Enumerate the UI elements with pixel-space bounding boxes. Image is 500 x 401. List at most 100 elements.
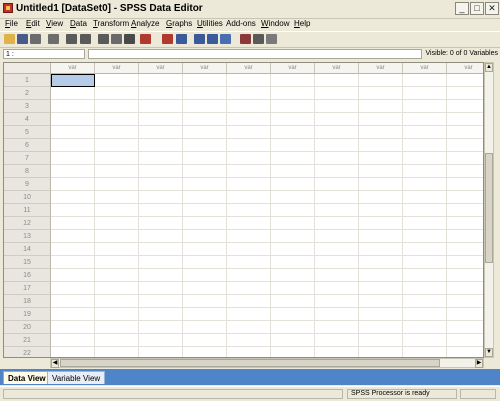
use-sets-icon[interactable] [240,34,251,44]
redo-icon[interactable] [80,34,91,44]
grid-row-line [51,242,483,243]
grid-row-line [51,177,483,178]
grid-row-line [51,229,483,230]
spell-icon[interactable] [266,34,277,44]
split-file-icon[interactable] [176,34,187,44]
menu-file[interactable]: File [5,19,18,28]
processor-status: SPSS Processor is ready [347,389,457,399]
cell-value-input[interactable] [88,49,422,59]
column-header[interactable]: var [227,63,271,74]
data-grid[interactable]: var var var var var var var var var var 1 2 3 4 5 6 7 8 9 1… [3,62,484,358]
row-header[interactable]: 12 [4,217,51,230]
grid-row-line [51,151,483,152]
horizontal-scrollbar[interactable]: ◀ ▶ [50,358,484,368]
select-cases-icon[interactable] [207,34,218,44]
minimize-button[interactable]: _ [455,2,469,15]
print-icon[interactable] [30,34,41,44]
grid-row-line [51,294,483,295]
insert-variable-icon[interactable] [162,34,173,44]
column-header[interactable]: var [403,63,447,74]
cell-editor-bar: 1 : Visible: 0 of 0 Variables [0,48,500,61]
grid-row-line [51,307,483,308]
scroll-up-arrow-icon[interactable]: ▲ [485,63,493,72]
menu-window[interactable]: Window [261,19,289,28]
grid-row-line [51,255,483,256]
save-icon[interactable] [17,34,28,44]
maximize-button[interactable]: □ [470,2,484,15]
value-labels-icon[interactable] [220,34,231,44]
row-header[interactable]: 20 [4,321,51,334]
vertical-scroll-thumb[interactable] [485,153,493,263]
tab-data-view[interactable]: Data View [3,371,51,384]
column-header[interactable]: var [139,63,183,74]
grid-corner[interactable] [4,63,51,74]
row-header[interactable]: 6 [4,139,51,152]
menu-add-ons[interactable]: Add-ons [226,19,256,28]
open-icon[interactable] [4,34,15,44]
grid-row-line [51,268,483,269]
grid-row-line [51,190,483,191]
grid-row-line [51,99,483,100]
menu-utilities[interactable]: Utilities [197,19,223,28]
column-header[interactable]: var [51,63,95,74]
horizontal-scroll-thumb[interactable] [60,359,440,367]
grid-row-line [51,86,483,87]
row-header[interactable]: 4 [4,113,51,126]
cell-reference: 1 : [3,49,85,59]
row-header[interactable]: 1 [4,74,51,87]
row-header[interactable]: 9 [4,178,51,191]
row-header[interactable]: 10 [4,191,51,204]
insert-cases-icon[interactable] [140,34,151,44]
menu-help[interactable]: Help [294,19,310,28]
dialog-recall-icon[interactable] [48,34,59,44]
row-header[interactable]: 5 [4,126,51,139]
row-header[interactable]: 19 [4,308,51,321]
grid-row-line [51,138,483,139]
grid-row-line [51,125,483,126]
row-header[interactable]: 16 [4,269,51,282]
row-header[interactable]: 8 [4,165,51,178]
column-header[interactable]: var [183,63,227,74]
row-header[interactable]: 3 [4,100,51,113]
scroll-left-arrow-icon[interactable]: ◀ [51,359,59,368]
scroll-down-arrow-icon[interactable]: ▼ [485,348,493,357]
row-header[interactable]: 2 [4,87,51,100]
row-header[interactable]: 17 [4,282,51,295]
spss-app-icon[interactable] [3,3,13,13]
column-header[interactable]: var [359,63,403,74]
weight-cases-icon[interactable] [194,34,205,44]
variables-icon[interactable] [111,34,122,44]
selected-cell[interactable] [51,74,95,87]
menu-graphs[interactable]: Graphs [166,19,192,28]
row-header[interactable]: 22 [4,347,51,357]
column-header[interactable]: var [271,63,315,74]
status-bar: SPSS Processor is ready [0,386,500,401]
show-all-icon[interactable] [253,34,264,44]
row-header[interactable]: 13 [4,230,51,243]
grid-row-line [51,216,483,217]
tab-variable-view[interactable]: Variable View [47,371,106,384]
menu-bar: File Edit View Data Transform Analyze Gr… [0,18,500,30]
menu-view[interactable]: View [46,19,63,28]
close-button[interactable]: ✕ [485,2,499,15]
goto-case-icon[interactable] [98,34,109,44]
row-header[interactable]: 14 [4,243,51,256]
column-header[interactable]: var [95,63,139,74]
menu-edit[interactable]: Edit [26,19,40,28]
menu-transform[interactable]: Transform [93,19,129,28]
row-header[interactable]: 21 [4,334,51,347]
row-header[interactable]: 7 [4,152,51,165]
title-bar: Untitled1 [DataSet0] - SPSS Data Editor … [0,0,500,19]
column-header[interactable]: var [315,63,359,74]
vertical-scrollbar[interactable]: ▲ ▼ [484,62,494,358]
menu-data[interactable]: Data [70,19,87,28]
row-header[interactable]: 11 [4,204,51,217]
view-tab-strip: Data View Variable View [0,369,500,385]
find-icon[interactable] [124,34,135,44]
column-header[interactable]: var [447,63,483,74]
menu-analyze[interactable]: Analyze [131,19,159,28]
row-header[interactable]: 15 [4,256,51,269]
undo-icon[interactable] [66,34,77,44]
scroll-right-arrow-icon[interactable]: ▶ [475,359,483,368]
row-header[interactable]: 18 [4,295,51,308]
